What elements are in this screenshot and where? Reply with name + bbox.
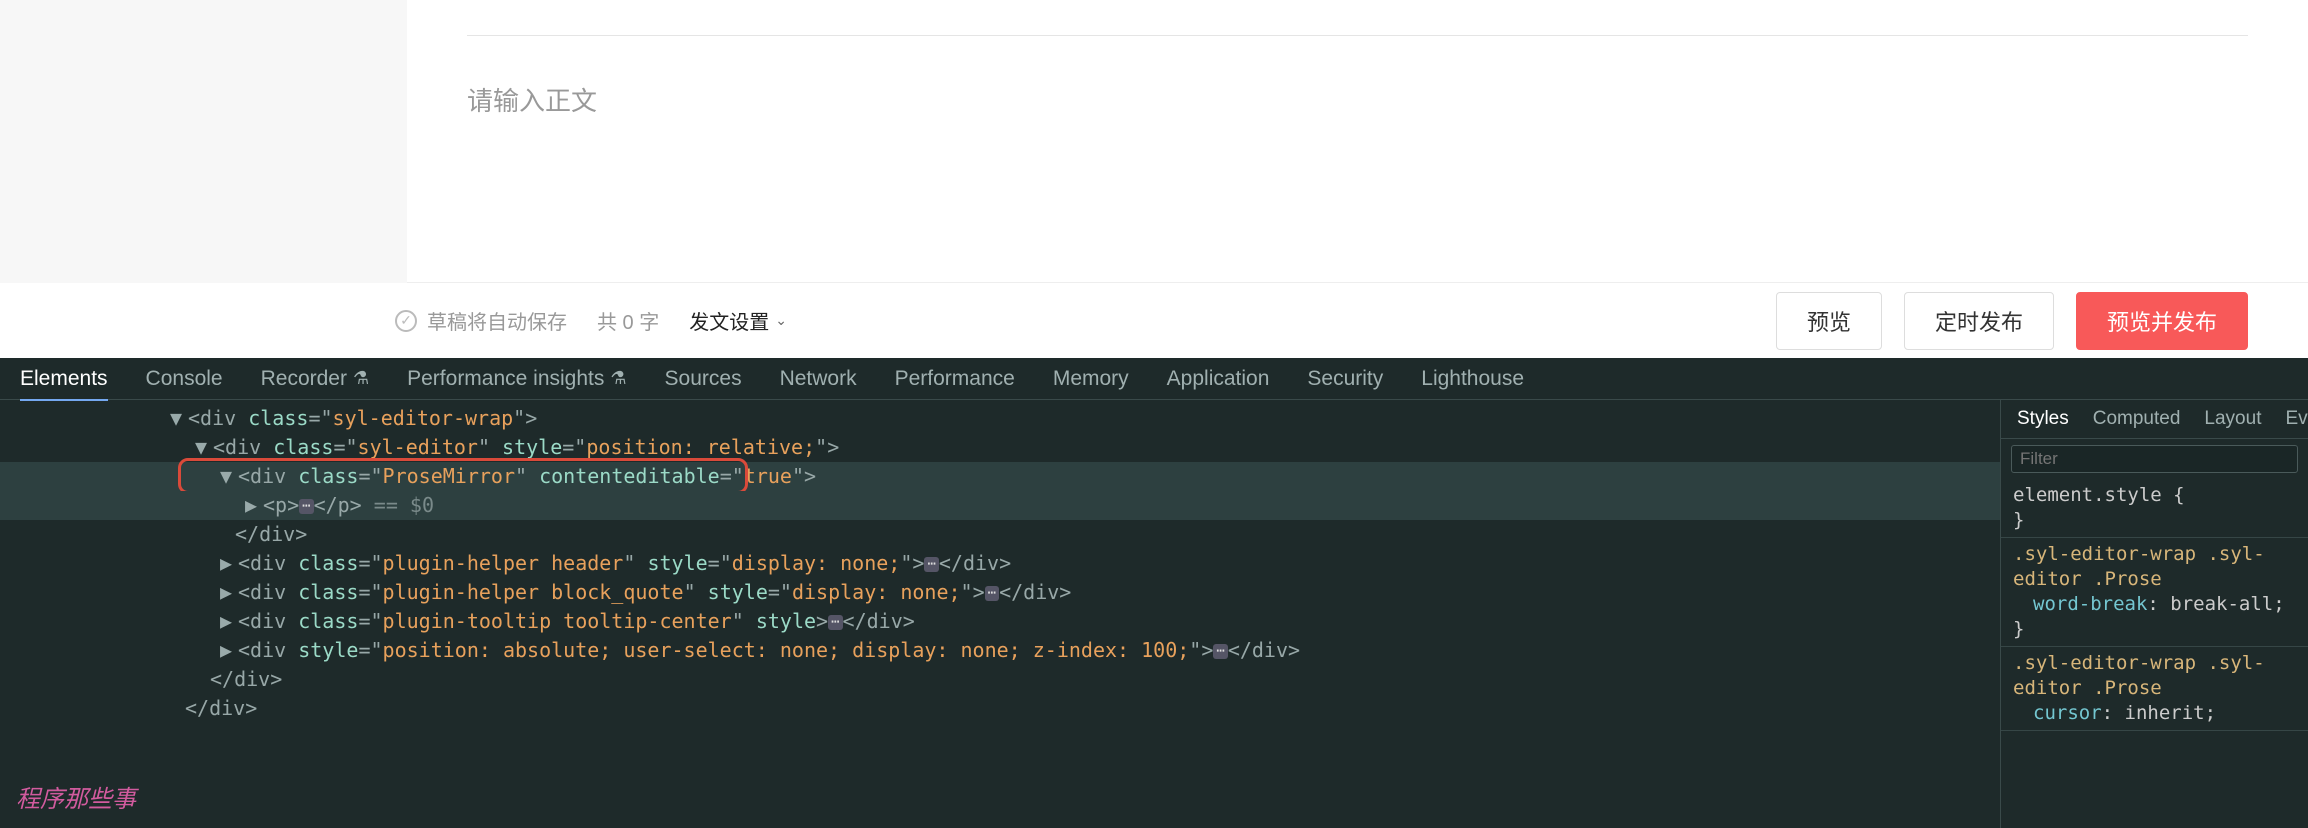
tab-sources[interactable]: Sources <box>665 367 742 391</box>
dom-node[interactable]: ▶<p>⋯</p> == $0 <box>0 491 2000 520</box>
devtools-panel: Elements Console Recorder ⚗ Performance … <box>0 358 2308 828</box>
devtools-tabs: Elements Console Recorder ⚗ Performance … <box>0 358 2308 400</box>
settings-label: 发文设置 <box>689 306 769 335</box>
divider <box>467 35 2248 36</box>
dom-node[interactable]: </div> <box>0 665 2000 694</box>
tab-network[interactable]: Network <box>780 367 857 391</box>
dom-node[interactable]: </div> <box>0 520 2000 549</box>
autosave-icon: ✓ <box>395 310 417 332</box>
dom-node[interactable]: ▶<div class="plugin-tooltip tooltip-cent… <box>0 607 2000 636</box>
flask-icon: ⚗ <box>353 368 369 389</box>
dom-node[interactable]: ▼<div class="syl-editor" style="position… <box>0 433 2000 462</box>
style-rule[interactable]: .syl-editor-wrap .syl-editor .Prose curs… <box>2001 647 2308 731</box>
tab-console[interactable]: Console <box>146 367 223 391</box>
preview-and-publish-button[interactable]: 预览并发布 <box>2076 292 2248 350</box>
style-rule[interactable]: .syl-editor-wrap .syl-editor .Prose word… <box>2001 538 2308 647</box>
dom-node[interactable]: ▶<div class="plugin-helper header" style… <box>0 549 2000 578</box>
ellipsis-icon: ⋯ <box>828 615 842 630</box>
tab-performance[interactable]: Performance <box>895 367 1015 391</box>
autosave-label: 草稿将自动保存 <box>427 306 567 335</box>
ellipsis-icon: ⋯ <box>924 557 938 572</box>
footer-toolbar: ✓ 草稿将自动保存 共 0 字 发文设置 ⌄ 预览 定时发布 预览并发布 <box>0 283 2308 358</box>
tab-elements[interactable]: Elements <box>20 367 108 401</box>
editor-placeholder: 请输入正文 <box>467 81 2248 118</box>
dom-tree[interactable]: ▼<div class="syl-editor-wrap"> ▼<div cla… <box>0 400 2000 828</box>
tab-application[interactable]: Application <box>1167 367 1270 391</box>
dom-node[interactable]: ▶<div style="position: absolute; user-se… <box>0 636 2000 665</box>
ellipsis-icon: ⋯ <box>1213 644 1227 659</box>
editor-area[interactable]: 请输入正文 <box>407 0 2308 283</box>
styles-tab-layout[interactable]: Layout <box>2204 408 2261 430</box>
tab-memory[interactable]: Memory <box>1053 367 1129 391</box>
ellipsis-icon: ⋯ <box>299 499 313 514</box>
schedule-publish-button[interactable]: 定时发布 <box>1904 292 2054 350</box>
tab-performance-insights[interactable]: Performance insights ⚗ <box>407 367 626 391</box>
styles-panel: Styles Computed Layout Event element.sty… <box>2000 400 2308 828</box>
tab-security[interactable]: Security <box>1307 367 1383 391</box>
dom-node[interactable]: ▶<div class="plugin-helper block_quote" … <box>0 578 2000 607</box>
styles-tab-computed[interactable]: Computed <box>2093 408 2181 430</box>
flask-icon: ⚗ <box>610 368 626 389</box>
wordcount-label: 共 0 字 <box>597 306 659 335</box>
chevron-down-icon: ⌄ <box>775 312 787 329</box>
dom-node-selected[interactable]: ▼<div class="ProseMirror" contenteditabl… <box>0 462 2000 491</box>
styles-tab-styles[interactable]: Styles <box>2017 408 2069 430</box>
styles-tab-event[interactable]: Event <box>2285 408 2308 430</box>
dom-node[interactable]: </div> <box>0 694 2000 723</box>
preview-button[interactable]: 预览 <box>1776 292 1882 350</box>
watermark-text: 程序那些事 <box>16 779 136 814</box>
dom-node[interactable]: ▼<div class="syl-editor-wrap"> <box>0 404 2000 433</box>
ellipsis-icon: ⋯ <box>985 586 999 601</box>
tab-lighthouse[interactable]: Lighthouse <box>1421 367 1524 391</box>
styles-filter-input[interactable] <box>2011 445 2298 473</box>
post-settings-link[interactable]: 发文设置 ⌄ <box>689 306 787 335</box>
sidebar-panel <box>0 0 407 283</box>
style-rule[interactable]: element.style { } <box>2001 479 2308 538</box>
tab-recorder[interactable]: Recorder ⚗ <box>261 367 370 391</box>
